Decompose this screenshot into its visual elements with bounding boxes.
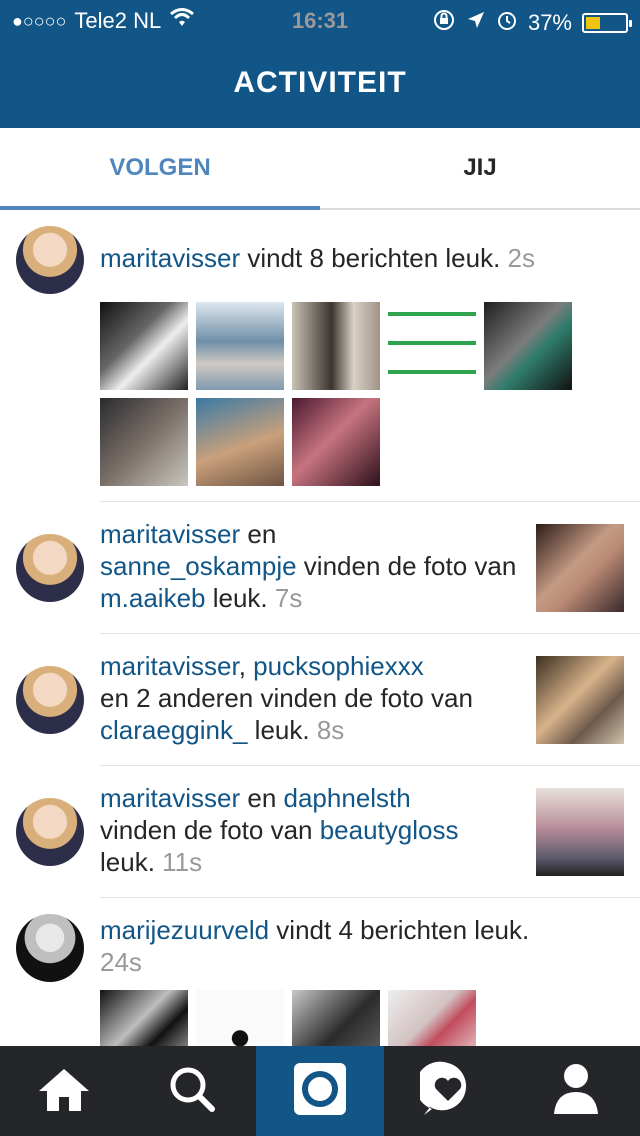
username-link[interactable]: claraeggink_ <box>100 715 247 745</box>
feed-item-text: maritavisser en daphnelsth vinden de fot… <box>100 782 520 878</box>
activity-text: vinden de foto van <box>296 551 517 581</box>
activity-text: vindt 4 berichten leuk. <box>269 915 530 945</box>
profile-icon <box>552 1062 600 1121</box>
top-bar: ●○○○○ Tele2 NL 16:31 37% ACTIVITEIT <box>0 0 640 128</box>
feed-item-text: maritavisser, pucksophiexxx en 2 anderen… <box>100 650 520 746</box>
username-link[interactable]: m.aaikeb <box>100 583 206 613</box>
username-link[interactable]: beautygloss <box>320 815 459 845</box>
connector-text: en <box>240 783 284 813</box>
avatar[interactable] <box>16 798 84 866</box>
nav-camera[interactable] <box>256 1046 384 1136</box>
activity-heart-icon <box>415 1061 476 1122</box>
post-thumbnail[interactable] <box>196 398 284 486</box>
username-link[interactable]: sanne_oskampje <box>100 551 297 581</box>
timestamp: 7s <box>274 583 303 613</box>
nav-search[interactable] <box>128 1046 256 1136</box>
feed-item: maritavisser en sanne_oskampje vinden de… <box>0 502 640 634</box>
alarm-icon <box>496 9 518 37</box>
feed-item: maritavisser, pucksophiexxx en 2 anderen… <box>0 634 640 766</box>
timestamp: 2s <box>507 243 535 273</box>
feed-item-text: marijezuurveld vindt 4 berichten leuk. 2… <box>100 914 540 978</box>
post-thumbnail[interactable] <box>536 788 624 876</box>
home-icon <box>35 1065 93 1118</box>
activity-suffix: leuk. <box>247 715 310 745</box>
post-thumbnail[interactable] <box>292 302 380 390</box>
username-link[interactable]: pucksophiexxx <box>253 651 424 681</box>
nav-profile[interactable] <box>512 1046 640 1136</box>
post-thumbnail[interactable] <box>196 990 284 1046</box>
camera-icon <box>292 1061 348 1122</box>
feed-item-text: maritavisser vindt 8 berichten leuk. 2s <box>100 242 535 274</box>
search-icon <box>166 1063 218 1120</box>
post-thumbnail[interactable] <box>100 302 188 390</box>
avatar[interactable] <box>16 534 84 602</box>
status-right: 37% <box>432 8 632 38</box>
orientation-lock-icon <box>432 8 456 38</box>
post-thumbnail[interactable] <box>292 398 380 486</box>
post-thumbnail[interactable] <box>196 302 284 390</box>
activity-text: vindt 8 berichten leuk. <box>240 243 501 273</box>
post-thumbnail[interactable] <box>536 524 624 612</box>
connector-text: en <box>240 519 277 549</box>
avatar[interactable] <box>16 666 84 734</box>
post-thumbnail[interactable] <box>484 302 572 390</box>
feed-item: marijezuurveld vindt 4 berichten leuk. 2… <box>0 898 640 1046</box>
timestamp: 8s <box>316 715 345 745</box>
page-title: ACTIVITEIT <box>233 66 407 99</box>
activity-text: en 2 anderen vinden de foto van <box>100 683 473 713</box>
activity-tabs: VOLGEN JIJ <box>0 128 640 210</box>
activity-feed[interactable]: maritavisser vindt 8 berichten leuk. 2s … <box>0 210 640 1046</box>
username-link[interactable]: maritavisser <box>100 519 240 549</box>
tab-following[interactable]: VOLGEN <box>0 128 320 208</box>
nav-home[interactable] <box>0 1046 128 1136</box>
activity-suffix: leuk. <box>100 847 155 877</box>
username-link[interactable]: maritavisser <box>100 651 239 681</box>
username-link[interactable]: maritavisser <box>100 243 240 273</box>
post-thumbnail[interactable] <box>536 656 624 744</box>
post-thumbnail[interactable] <box>388 990 476 1046</box>
feed-item: maritavisser vindt 8 berichten leuk. 2s <box>0 210 640 502</box>
post-thumbnail[interactable] <box>292 990 380 1046</box>
avatar[interactable] <box>16 914 84 982</box>
bottom-nav <box>0 1046 640 1136</box>
timestamp: 24s <box>100 947 142 977</box>
connector-text: , <box>238 651 254 681</box>
battery-fill <box>586 17 600 29</box>
username-link[interactable]: maritavisser <box>100 783 240 813</box>
post-thumbnail[interactable] <box>100 398 188 486</box>
timestamp: 11s <box>162 847 203 877</box>
username-link[interactable]: marijezuurveld <box>100 915 269 945</box>
battery-percentage: 37% <box>527 10 572 35</box>
battery-icon <box>582 13 632 33</box>
activity-suffix: leuk. <box>205 583 268 613</box>
username-link[interactable]: daphnelsth <box>284 783 411 813</box>
feed-item: maritavisser en daphnelsth vinden de fot… <box>0 766 640 898</box>
post-thumbnail[interactable] <box>100 990 188 1046</box>
avatar[interactable] <box>16 226 84 294</box>
activity-text: vinden de foto van <box>100 815 320 845</box>
post-thumbnail[interactable] <box>388 302 476 390</box>
feed-item-text: maritavisser en sanne_oskampje vinden de… <box>100 518 520 614</box>
tab-you[interactable]: JIJ <box>320 128 640 208</box>
location-arrow-icon <box>466 10 486 36</box>
status-bar: ●○○○○ Tele2 NL 16:31 37% <box>0 0 640 40</box>
nav-activity[interactable] <box>384 1046 512 1136</box>
